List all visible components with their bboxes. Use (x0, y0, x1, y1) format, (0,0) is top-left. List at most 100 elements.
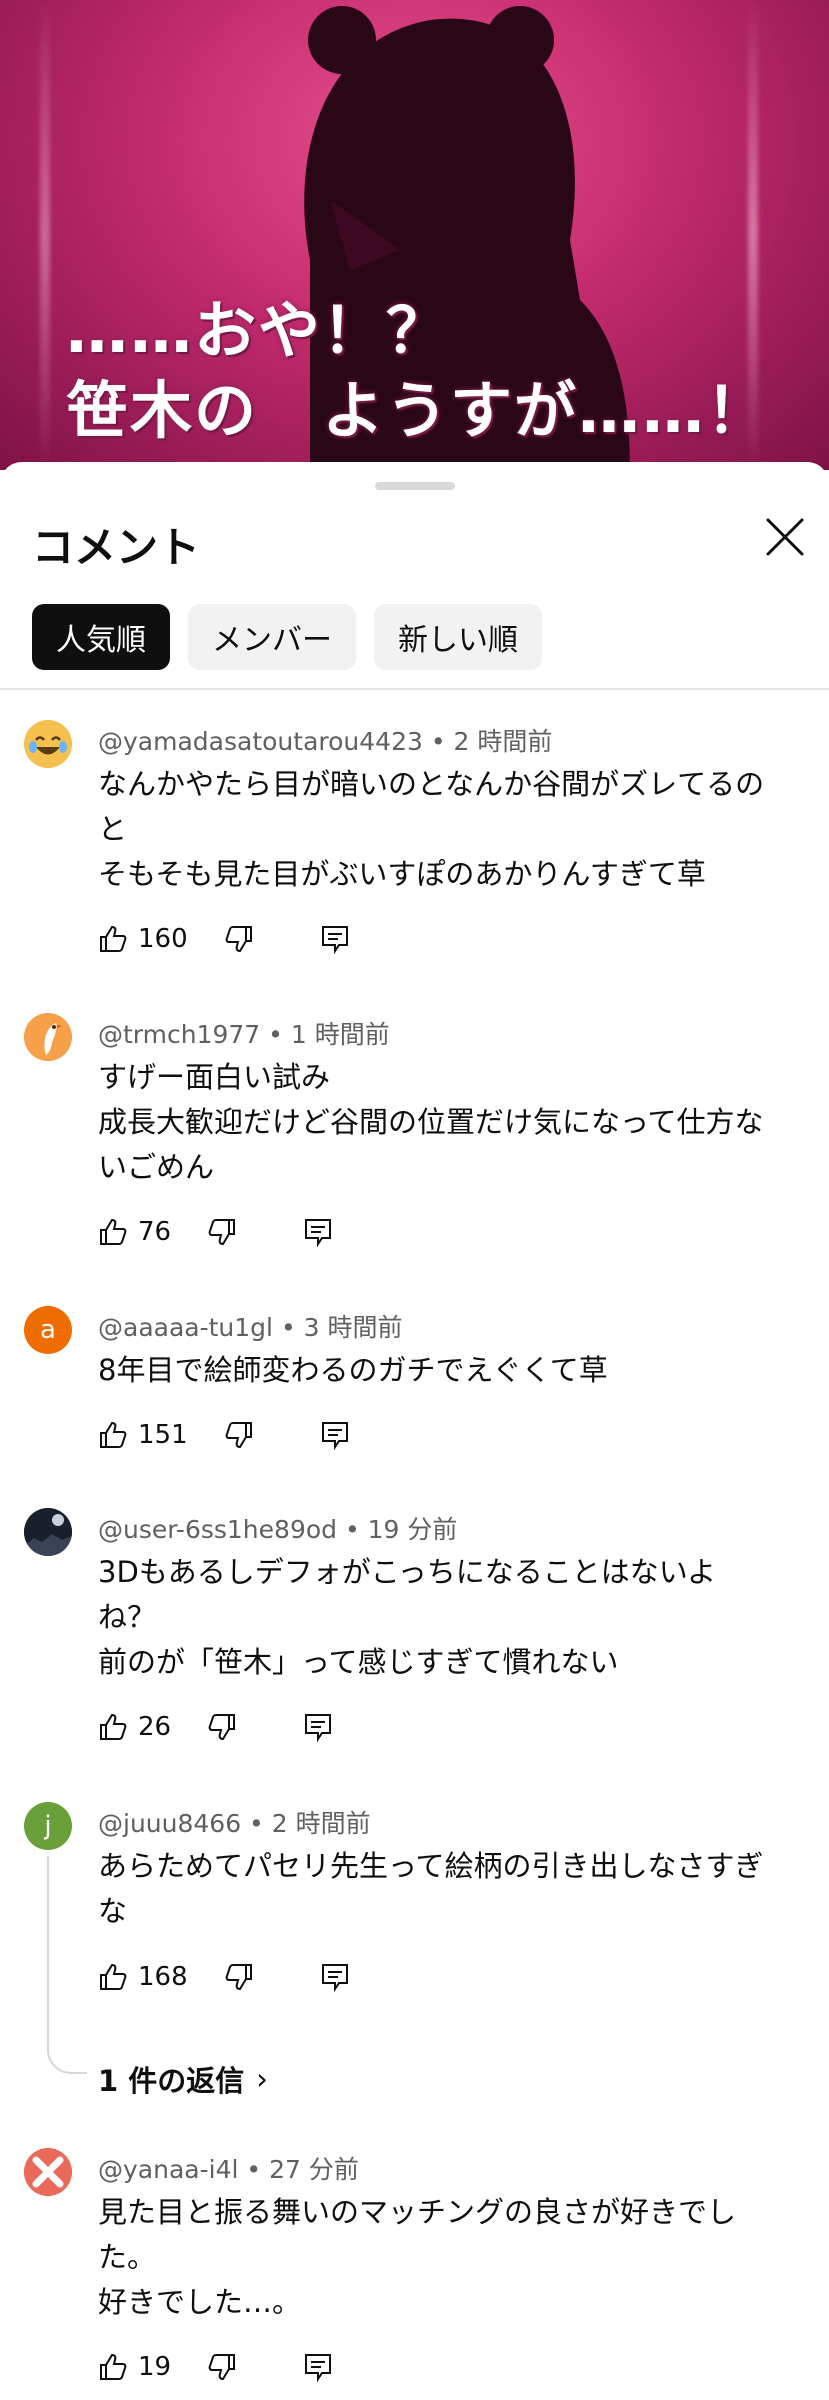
reply-icon (305, 1219, 332, 1247)
avatar[interactable] (24, 1508, 72, 1556)
comment-meta: @aaaaa-tu1gl • 3 時間前 (98, 1313, 403, 1342)
thumbs-up-icon (100, 1963, 127, 1990)
avatar[interactable] (24, 2148, 72, 2196)
comment-line: な (98, 1894, 128, 1928)
comment-line: 成長大歓迎だけど谷間の位置だけ気になって仕方な (98, 1105, 764, 1139)
reply-button[interactable] (320, 1420, 350, 1450)
comment-text: すげー面白い試み 成長大歓迎だけど谷間の位置だけ気になって仕方な いごめん (98, 1055, 798, 1190)
comment-actions: 76 (98, 1217, 333, 1247)
comment-actions: 151 (98, 1420, 350, 1450)
view-replies-button[interactable]: 1 件の返信 › (98, 2058, 268, 2100)
like-button[interactable]: 168 (98, 1962, 188, 1992)
thumbs-down-icon (208, 2354, 236, 2381)
chip-members[interactable]: メンバー (188, 604, 356, 670)
like-count: 168 (138, 1962, 188, 1992)
comment-line: ね？ (98, 1600, 157, 1634)
reply-icon (321, 1422, 348, 1450)
comment-line: 好きでした…。 (98, 2285, 302, 2319)
sort-chips: 人気順 メンバー 新しい順 (32, 604, 542, 670)
like-count: 160 (138, 924, 188, 954)
comment-author[interactable]: @yanaa-i4l (98, 2155, 238, 2184)
comment-line: そもそも見た目がぶいすぽのあかりんすぎて草 (98, 857, 706, 891)
thumbs-up-icon (100, 925, 127, 952)
cross-emblem-icon (24, 2148, 72, 2196)
comment-actions: 26 (98, 1712, 333, 1742)
comment-line: と (98, 812, 128, 846)
like-button[interactable]: 76 (98, 1217, 171, 1247)
comment-time: 2 時間前 (271, 1809, 371, 1838)
comment-time: 3 時間前 (303, 1313, 403, 1342)
reply-button[interactable] (320, 924, 350, 954)
thumbs-down-icon (225, 926, 252, 953)
close-icon[interactable] (762, 514, 808, 560)
comment-time: 2 時間前 (453, 727, 553, 756)
thumbs-up-icon (100, 2353, 127, 2380)
comment-author[interactable]: @juuu8466 (98, 1809, 241, 1838)
chip-newest[interactable]: 新しい順 (374, 604, 542, 670)
drag-handle[interactable] (375, 482, 455, 490)
like-button[interactable]: 26 (98, 1712, 171, 1742)
reply-button[interactable] (303, 1217, 333, 1247)
dislike-button[interactable] (224, 1420, 254, 1450)
comment-line: すげー面白い試み (98, 1060, 331, 1094)
reply-button[interactable] (303, 2352, 333, 2382)
avatar[interactable]: a (24, 1306, 72, 1354)
comment-line: 8年目で絵師変わるのガチでえぐくて草 (98, 1353, 608, 1387)
reply-icon (305, 1714, 332, 1742)
comment-actions: 19 (98, 2352, 333, 2382)
comment-author[interactable]: @user-6ss1he89od (98, 1515, 337, 1544)
comment-author[interactable]: @yamadasatoutarou4423 (98, 727, 423, 756)
thumbs-up-icon (100, 1713, 127, 1740)
reply-button[interactable] (303, 1712, 333, 1742)
comment-meta: @juuu8466 • 2 時間前 (98, 1809, 371, 1838)
comment-meta: @user-6ss1he89od • 19 分前 (98, 1515, 458, 1544)
avatar[interactable] (24, 1013, 72, 1061)
dislike-button[interactable] (207, 1217, 237, 1247)
thread-line (47, 1856, 49, 2046)
night-scene-icon (24, 1508, 72, 1556)
laughing-emoji-icon (24, 720, 72, 768)
replies-label: 1 件の返信 (98, 2064, 245, 2098)
dislike-button[interactable] (224, 1962, 254, 1992)
like-count: 151 (138, 1420, 188, 1450)
thumbs-down-icon (208, 1219, 236, 1246)
sheet-title: コメント (32, 523, 201, 572)
comment-text: あらためてパセリ先生って絵柄の引き出しなさすぎ な (98, 1844, 798, 1934)
comment-line: た。 (98, 2240, 157, 2274)
comment-meta: @yamadasatoutarou4423 • 2 時間前 (98, 727, 553, 756)
avatar-letter: a (40, 1315, 56, 1345)
comment-actions: 160 (98, 924, 350, 954)
like-count: 26 (138, 1712, 172, 1742)
dislike-button[interactable] (207, 1712, 237, 1742)
comment-author[interactable]: @trmch1977 (98, 1020, 260, 1049)
like-button[interactable]: 19 (98, 2352, 171, 2382)
comment-text: 8年目で絵師変わるのガチでえぐくて草 (98, 1348, 798, 1393)
comment-text: 見た目と振る舞いのマッチングの良さが好きでし た。 好きでした…。 (98, 2190, 798, 2325)
comment-actions: 168 (98, 1962, 350, 1992)
comment-text: 3Dもあるしデフォがこっちになることはないよ ね？ 前のが「笹木」って感じすぎて… (98, 1550, 798, 1685)
like-button[interactable]: 151 (98, 1420, 188, 1450)
dislike-button[interactable] (207, 2352, 237, 2382)
chevron-right-icon: › (256, 2062, 268, 2096)
comment-line: いごめん (98, 1150, 215, 1184)
light-streak (40, 0, 50, 470)
comment-author[interactable]: @aaaaa-tu1gl (98, 1313, 273, 1342)
bird-icon (24, 1013, 72, 1061)
reply-button[interactable] (320, 1962, 350, 1992)
thumbs-down-icon (208, 1714, 236, 1741)
comment-time: 19 分前 (367, 1515, 458, 1544)
avatar[interactable] (24, 720, 72, 768)
chip-popular[interactable]: 人気順 (32, 604, 170, 670)
thumbs-down-icon (225, 1964, 252, 1991)
comment-line: 3Dもあるしデフォがこっちになることはないよ (98, 1555, 717, 1589)
like-count: 19 (138, 2352, 172, 2382)
video-player[interactable]: ……おや！？ 笹木の ようすが……！ (0, 0, 829, 470)
dislike-button[interactable] (224, 924, 254, 954)
comment-line: あらためてパセリ先生って絵柄の引き出しなさすぎ (98, 1849, 764, 1883)
avatar[interactable]: j (24, 1802, 72, 1850)
divider (0, 688, 829, 690)
like-button[interactable]: 160 (98, 924, 188, 954)
comment-meta: @yanaa-i4l • 27 分前 (98, 2155, 359, 2184)
reply-icon (305, 2354, 332, 2382)
comment-time: 1 時間前 (290, 1020, 390, 1049)
